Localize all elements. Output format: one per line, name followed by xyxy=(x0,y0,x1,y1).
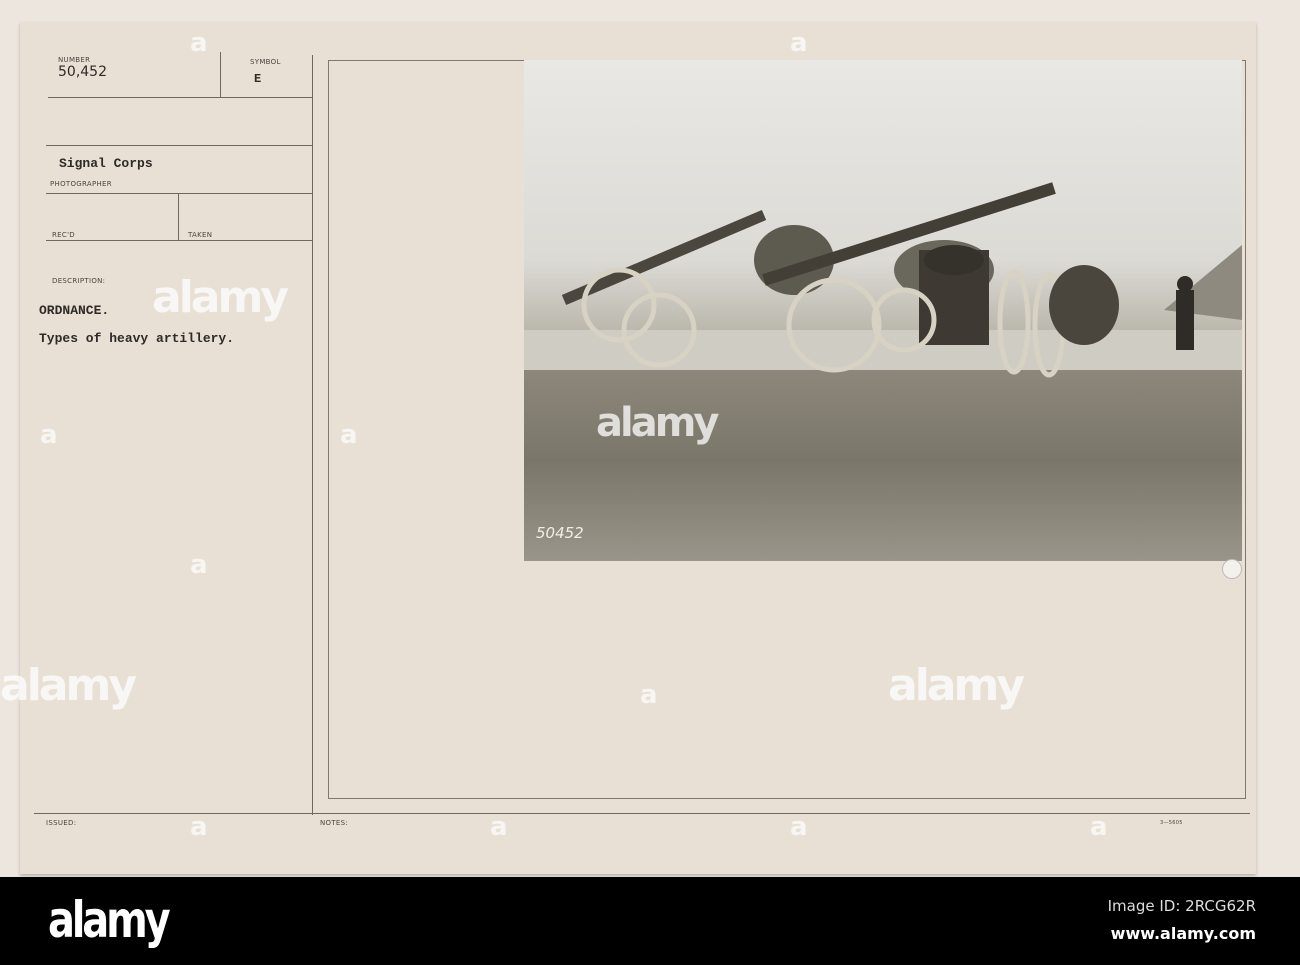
issued-label: ISSUED: xyxy=(46,819,77,827)
watermark-a: a xyxy=(640,680,658,710)
number-label: NUMBER xyxy=(58,56,91,64)
watermark-right: alamy xyxy=(888,660,1025,711)
taken-label: TAKEN xyxy=(188,231,213,239)
watermark-a: a xyxy=(1090,812,1108,842)
notes-label: NOTES: xyxy=(320,819,349,827)
description-title: ORDNANCE. xyxy=(39,303,110,318)
number-value: 50,452 xyxy=(58,64,107,80)
photographer-label: PHOTOGRAPHER xyxy=(50,180,112,188)
punch-hole xyxy=(1222,559,1242,579)
artillery-photo: 50452 alamy xyxy=(524,60,1242,561)
symbol-value: E xyxy=(254,72,262,86)
alamy-logo[interactable]: alamy xyxy=(48,891,171,949)
description-text: Types of heavy artillery. xyxy=(39,331,235,346)
footer-bar: alamy Image ID: 2RCG62R www.alamy.com xyxy=(0,877,1300,965)
image-id: Image ID: 2RCG62R xyxy=(1107,897,1256,915)
watermark-a: a xyxy=(40,420,58,450)
watermark-left: alamy xyxy=(0,660,137,711)
watermark-a: a xyxy=(340,420,358,450)
photographer-value: Signal Corps xyxy=(59,156,153,171)
recd-label: REC'D xyxy=(52,231,75,239)
negative-number: 50452 xyxy=(536,524,584,542)
symbol-label: SYMBOL xyxy=(250,58,281,66)
alamy-url[interactable]: www.alamy.com xyxy=(1111,924,1256,943)
watermark-a: a xyxy=(790,812,808,842)
watermark-a: a xyxy=(490,812,508,842)
form-number: 3—5605 xyxy=(1160,820,1183,826)
watermark-a: a xyxy=(790,28,808,58)
watermark-a: a xyxy=(190,812,208,842)
description-label: DESCRIPTION: xyxy=(52,277,106,285)
watermark-a: a xyxy=(190,550,208,580)
watermark-desc: alamy xyxy=(152,272,289,323)
watermark-photo: alamy xyxy=(596,400,719,446)
watermark-a: a xyxy=(190,28,208,58)
artillery-illustration: 50452 xyxy=(524,182,1242,542)
